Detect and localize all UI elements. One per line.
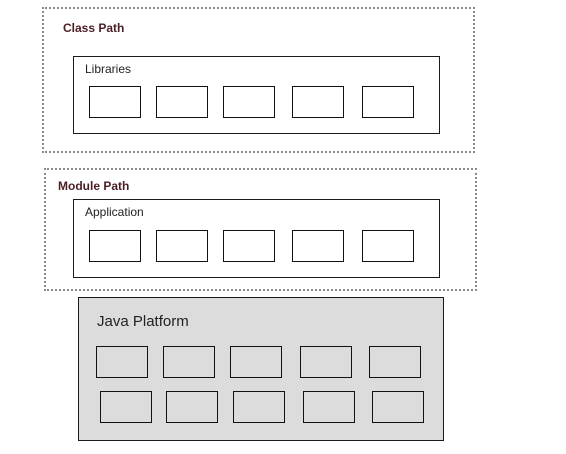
- platform-module: [100, 391, 152, 423]
- application-module: [89, 230, 141, 262]
- library-module: [362, 86, 414, 118]
- library-module: [156, 86, 208, 118]
- libraries-box: Libraries: [73, 56, 440, 134]
- library-module: [89, 86, 141, 118]
- application-label: Application: [85, 205, 144, 219]
- platform-module: [163, 346, 215, 378]
- application-module: [292, 230, 344, 262]
- application-module: [362, 230, 414, 262]
- library-module: [292, 86, 344, 118]
- platform-module: [369, 346, 421, 378]
- java-platform-title: Java Platform: [97, 313, 189, 330]
- platform-module: [372, 391, 424, 423]
- platform-module: [233, 391, 285, 423]
- library-module: [223, 86, 275, 118]
- module-path-region: Module Path Application: [44, 168, 477, 291]
- class-path-title: Class Path: [63, 21, 125, 35]
- application-module: [223, 230, 275, 262]
- platform-module: [230, 346, 282, 378]
- platform-module: [96, 346, 148, 378]
- platform-module: [166, 391, 218, 423]
- libraries-label: Libraries: [85, 62, 132, 76]
- application-module: [156, 230, 208, 262]
- platform-module: [300, 346, 352, 378]
- platform-module: [303, 391, 355, 423]
- module-path-title: Module Path: [58, 179, 130, 193]
- application-box: Application: [73, 199, 440, 278]
- java-platform-box: Java Platform: [78, 297, 444, 441]
- class-path-region: Class Path Libraries: [42, 7, 475, 153]
